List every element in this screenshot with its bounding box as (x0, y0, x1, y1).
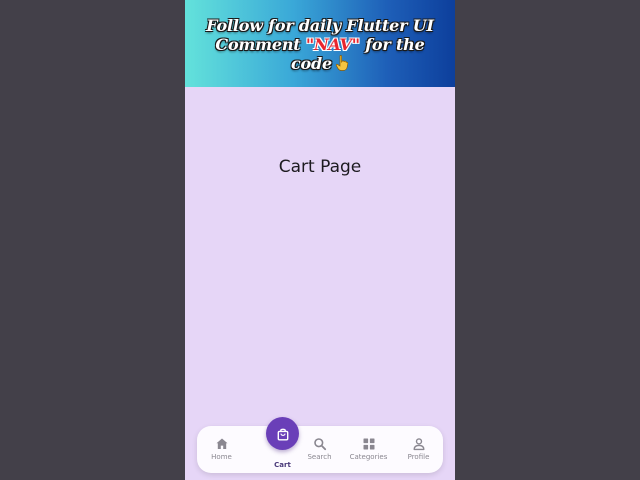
banner-line-2-suffix: for the (359, 35, 425, 54)
pointing-down-icon (335, 55, 349, 71)
video-frame: Follow for daily Flutter UI Comment "NAV… (0, 0, 640, 480)
search-icon (313, 438, 326, 451)
nav-item-profile[interactable]: Profile (394, 426, 443, 473)
page-title: Cart Page (278, 157, 362, 177)
home-icon (216, 438, 227, 449)
nav-item-categories[interactable]: Categories (344, 426, 393, 473)
phone-screen: Follow for daily Flutter UI Comment "NAV… (185, 0, 455, 480)
nav-item-search[interactable]: Search (295, 426, 344, 473)
banner-line-3: code (291, 54, 349, 73)
nav-item-home[interactable]: Home (197, 426, 246, 473)
nav-label-cart: Cart (274, 461, 291, 469)
nav-label-profile: Profile (407, 453, 430, 461)
shopping-bag-icon (277, 428, 288, 440)
banner-keyword: "NAV" (305, 35, 360, 54)
grid-icon (363, 438, 374, 450)
nav-label-categories: Categories (349, 453, 388, 461)
promo-banner: Follow for daily Flutter UI Comment "NAV… (185, 0, 455, 87)
person-icon (413, 438, 424, 451)
nav-label-search: Search (307, 453, 332, 461)
banner-line-2: Comment "NAV" for the (215, 35, 424, 54)
bottom-navigation-bar: Home Cart Search Categories Profile (197, 417, 443, 473)
banner-line-2-prefix: Comment (215, 35, 306, 54)
banner-line-1: Follow for daily Flutter UI (206, 16, 434, 35)
nav-label-home: Home (211, 453, 232, 461)
banner-line-3-text: code (291, 54, 332, 73)
